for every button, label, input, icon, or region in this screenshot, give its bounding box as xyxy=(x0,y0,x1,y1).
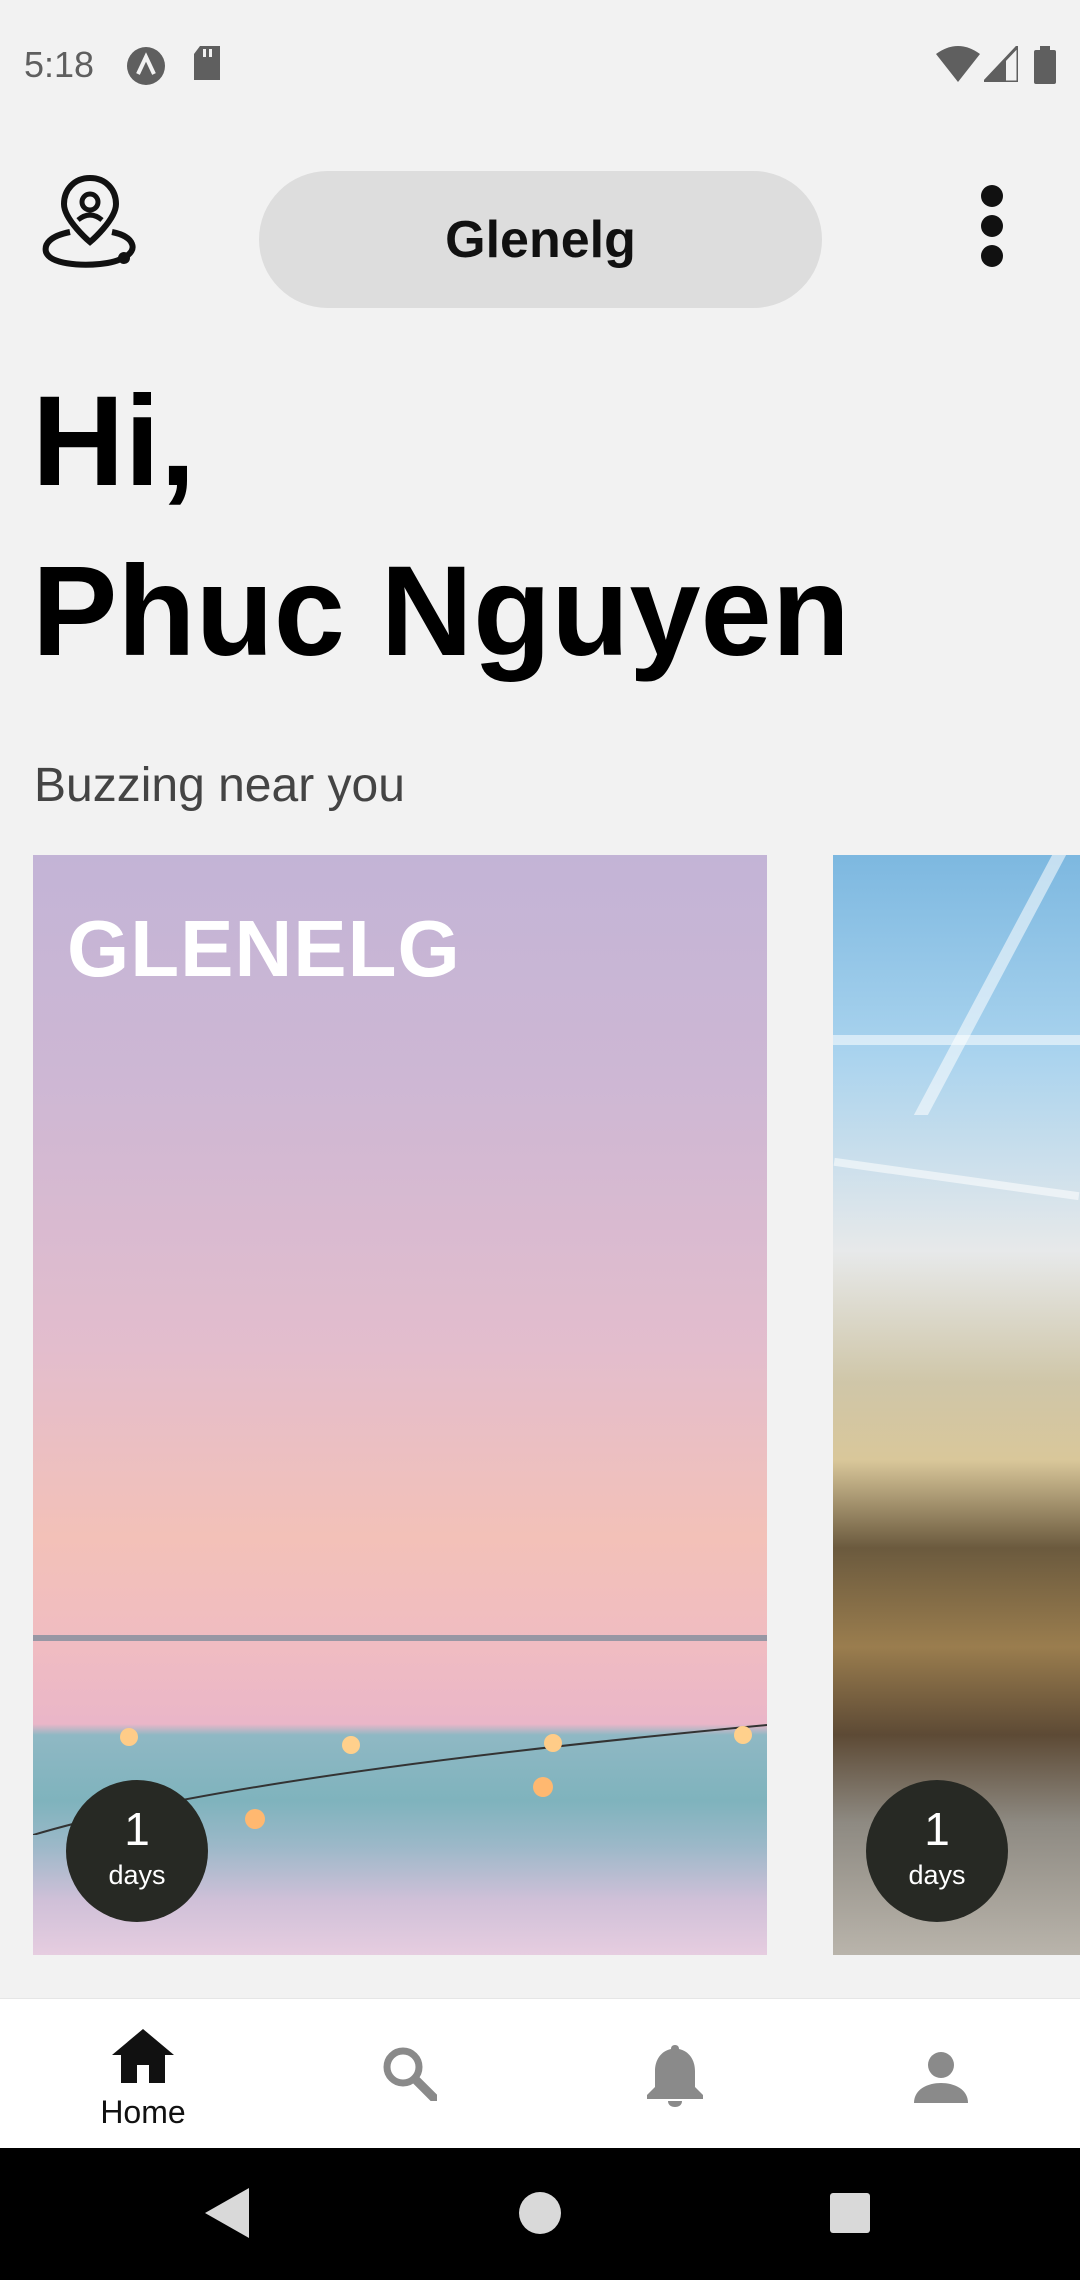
nav-profile[interactable] xyxy=(806,1999,1076,2149)
wifi-icon xyxy=(936,46,980,87)
days-badge: 1 days xyxy=(866,1780,1008,1922)
section-title: Buzzing near you xyxy=(34,759,405,812)
place-card-glenelg[interactable]: GLENELG 1 days xyxy=(33,855,767,1955)
days-badge: 1 days xyxy=(66,1780,208,1922)
system-navigation-bar xyxy=(0,2148,1080,2280)
search-icon xyxy=(381,2045,439,2106)
greeting-hi: Hi, xyxy=(32,370,196,513)
status-bar: 5:18 xyxy=(0,0,1080,135)
roof-beam xyxy=(913,855,1067,1115)
sea-horizon xyxy=(33,1635,767,1641)
status-time: 5:18 xyxy=(24,44,95,85)
bottom-navigation: Home xyxy=(0,1998,1080,2149)
days-count: 1 xyxy=(924,1803,950,1855)
home-circle-icon[interactable] xyxy=(518,2188,562,2243)
home-icon xyxy=(112,2029,174,2088)
greeting-name: Phuc Nguyen xyxy=(32,540,850,683)
days-unit: days xyxy=(908,1860,966,1890)
battery-icon xyxy=(1034,46,1056,89)
nav-search[interactable] xyxy=(274,1999,544,2149)
cellular-signal-icon xyxy=(980,42,1020,87)
nav-home[interactable]: Home xyxy=(8,1999,278,2149)
recents-icon[interactable] xyxy=(828,2188,872,2243)
bell-icon xyxy=(647,2043,703,2112)
days-count: 1 xyxy=(124,1803,150,1855)
more-vertical-icon[interactable] xyxy=(955,175,1027,267)
location-selector-button[interactable]: Glenelg xyxy=(259,171,822,308)
person-icon xyxy=(914,2051,968,2108)
card-title: GLENELG xyxy=(67,904,461,993)
days-unit: days xyxy=(108,1860,166,1890)
nav-home-label: Home xyxy=(100,2094,186,2130)
nav-notifications[interactable] xyxy=(540,1999,810,2149)
roof-beam xyxy=(833,1157,1080,1201)
location-person-icon[interactable] xyxy=(40,170,140,270)
back-icon[interactable] xyxy=(205,2188,249,2243)
roof-beam xyxy=(833,1035,1080,1045)
sd-card-icon xyxy=(192,46,222,87)
app-notification-icon xyxy=(126,46,166,91)
place-card-2[interactable]: 1 days xyxy=(833,855,1080,1955)
